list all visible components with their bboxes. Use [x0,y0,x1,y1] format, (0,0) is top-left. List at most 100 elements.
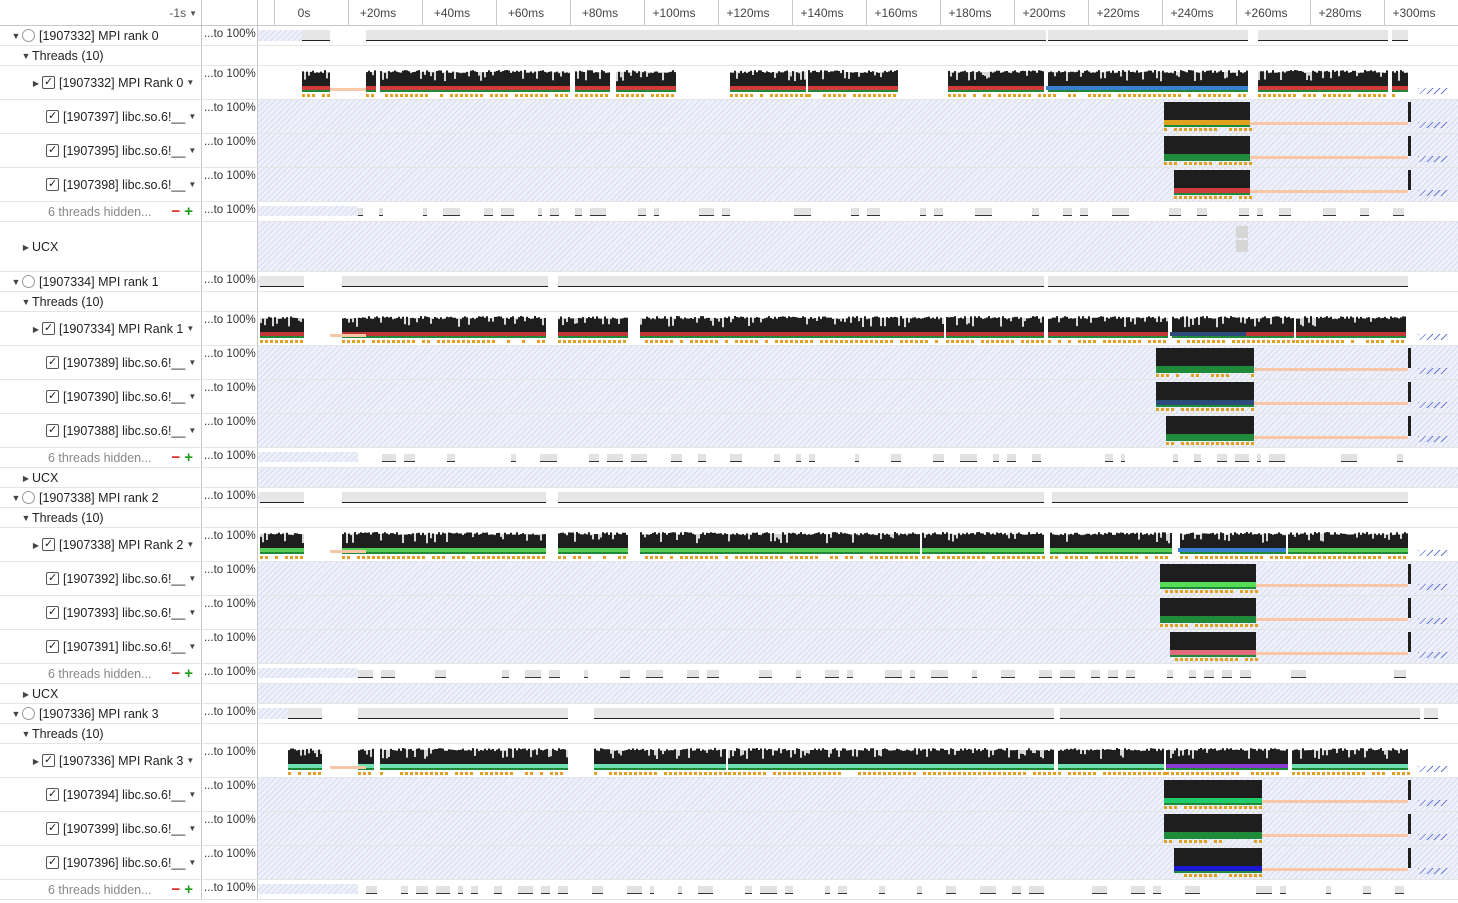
timeline-lane[interactable] [258,100,1458,133]
plus-icon[interactable]: + [184,665,193,682]
track-main[interactable]: [1907336] MPI Rank 3▼...to 100% [0,744,1458,778]
timeline-lane[interactable] [258,846,1458,879]
track-label[interactable]: UCX [0,684,202,703]
track-label[interactable]: Threads (10) [0,46,202,65]
collapse-icon[interactable] [20,51,32,61]
timeline-lane[interactable] [258,630,1458,663]
track-label[interactable]: [1907392] libc.so.6!__▼ [0,562,202,595]
track-thread[interactable]: [1907391] libc.so.6!__▼...to 100% [0,630,1458,664]
track-ucx[interactable]: UCX [0,222,1458,272]
track-ucx[interactable]: UCX [0,684,1458,704]
chevron-down-icon[interactable]: ▼ [188,392,196,401]
timeline-lane[interactable] [258,812,1458,845]
collapse-icon[interactable] [20,513,32,523]
track-label[interactable]: [1907390] libc.so.6!__▼ [0,380,202,413]
expand-icon[interactable] [20,689,32,699]
plus-icon[interactable]: + [184,881,193,898]
chevron-down-icon[interactable]: ▼ [188,790,196,799]
timeline-lane[interactable] [258,26,1458,45]
process-select-radio[interactable] [22,29,35,42]
process-select-radio[interactable] [22,707,35,720]
thread-visible-checkbox[interactable] [46,605,59,619]
expand-icon[interactable] [20,473,32,483]
plus-icon[interactable]: + [184,449,193,466]
collapse-icon[interactable] [10,493,22,503]
thread-visible-checkbox[interactable] [42,753,55,767]
chevron-down-icon[interactable]: ▼ [188,146,196,155]
chevron-down-icon[interactable]: ▼ [188,358,196,367]
minus-icon[interactable]: − [171,203,180,220]
chevron-down-icon[interactable]: ▼ [188,180,196,189]
track-main[interactable]: [1907332] MPI Rank 0▼...to 100% [0,66,1458,100]
track-group[interactable]: Threads (10) [0,508,1458,528]
timeline-lane[interactable] [258,562,1458,595]
thread-visible-checkbox[interactable] [46,389,59,403]
track-label[interactable]: 6 threads hidden... − + [0,664,202,683]
collapse-icon[interactable] [20,729,32,739]
track-thread[interactable]: [1907399] libc.so.6!__▼...to 100% [0,812,1458,846]
track-group[interactable]: Threads (10) [0,724,1458,744]
track-label[interactable]: [1907332] MPI rank 0 [0,26,202,45]
timeline-lane[interactable] [258,596,1458,629]
track-label[interactable]: [1907334] MPI rank 1 [0,272,202,291]
thread-visible-checkbox[interactable] [46,109,59,123]
expand-icon[interactable] [30,78,42,88]
timeline-lane[interactable] [258,292,1458,311]
chevron-down-icon[interactable]: ▼ [186,78,194,87]
expand-icon[interactable] [30,540,42,550]
chevron-down-icon[interactable]: ▼ [188,642,196,651]
track-label[interactable]: [1907394] libc.so.6!__▼ [0,778,202,811]
track-label[interactable]: [1907389] libc.so.6!__▼ [0,346,202,379]
collapse-icon[interactable] [10,31,22,41]
thread-visible-checkbox[interactable] [42,321,55,335]
track-thread[interactable]: [1907393] libc.so.6!__▼...to 100% [0,596,1458,630]
thread-visible-checkbox[interactable] [46,639,59,653]
track-label[interactable]: 6 threads hidden... − + [0,880,202,899]
process-select-radio[interactable] [22,491,35,504]
thread-visible-checkbox[interactable] [46,355,59,369]
track-label[interactable]: 6 threads hidden... − + [0,202,202,221]
chevron-down-icon[interactable]: ▼ [186,756,194,765]
thread-visible-checkbox[interactable] [46,143,59,157]
track-label[interactable]: UCX [0,222,202,271]
track-group[interactable]: Threads (10) [0,292,1458,312]
chevron-down-icon[interactable]: ▼ [188,858,196,867]
track-thread[interactable]: [1907392] libc.so.6!__▼...to 100% [0,562,1458,596]
track-main[interactable]: [1907334] MPI Rank 1▼...to 100% [0,312,1458,346]
timeline-lane[interactable] [258,66,1458,99]
timeline-lane[interactable] [258,380,1458,413]
thread-visible-checkbox[interactable] [46,821,59,835]
thread-visible-checkbox[interactable] [46,177,59,191]
thread-visible-checkbox[interactable] [46,787,59,801]
collapse-icon[interactable] [10,277,22,287]
collapse-icon[interactable] [10,709,22,719]
track-process[interactable]: [1907332] MPI rank 0 ...to 100% [0,26,1458,46]
zoom-selector[interactable]: -1s ▼ [0,0,202,26]
track-thread[interactable]: [1907396] libc.so.6!__▼...to 100% [0,846,1458,880]
timeline-lane[interactable] [258,468,1458,487]
track-label[interactable]: [1907336] MPI Rank 3▼ [0,744,202,777]
track-label[interactable]: [1907334] MPI Rank 1▼ [0,312,202,345]
track-group[interactable]: Threads (10) [0,46,1458,66]
timeline-lane[interactable] [258,312,1458,345]
track-label[interactable]: [1907395] libc.so.6!__▼ [0,134,202,167]
chevron-down-icon[interactable]: ▼ [188,608,196,617]
expand-icon[interactable] [30,324,42,334]
track-label[interactable]: [1907336] MPI rank 3 [0,704,202,723]
track-label[interactable]: Threads (10) [0,724,202,743]
chevron-down-icon[interactable]: ▼ [188,426,196,435]
minus-icon[interactable]: − [171,665,180,682]
track-label[interactable]: [1907398] libc.so.6!__▼ [0,168,202,201]
process-select-radio[interactable] [22,275,35,288]
track-thread[interactable]: [1907388] libc.so.6!__▼...to 100% [0,414,1458,448]
track-label[interactable]: [1907397] libc.so.6!__▼ [0,100,202,133]
time-ruler[interactable]: 0s +20ms +40ms +60ms +80ms +100ms +120ms +140ms… [258,0,1458,26]
thread-visible-checkbox[interactable] [42,75,55,89]
minus-icon[interactable]: − [171,449,180,466]
track-process[interactable]: [1907338] MPI rank 2 ...to 100% [0,488,1458,508]
track-thread[interactable]: [1907398] libc.so.6!__▼...to 100% [0,168,1458,202]
expand-icon[interactable] [20,242,32,252]
expand-icon[interactable] [30,756,42,766]
timeline-lane[interactable] [258,346,1458,379]
track-label[interactable]: 6 threads hidden... − + [0,448,202,467]
